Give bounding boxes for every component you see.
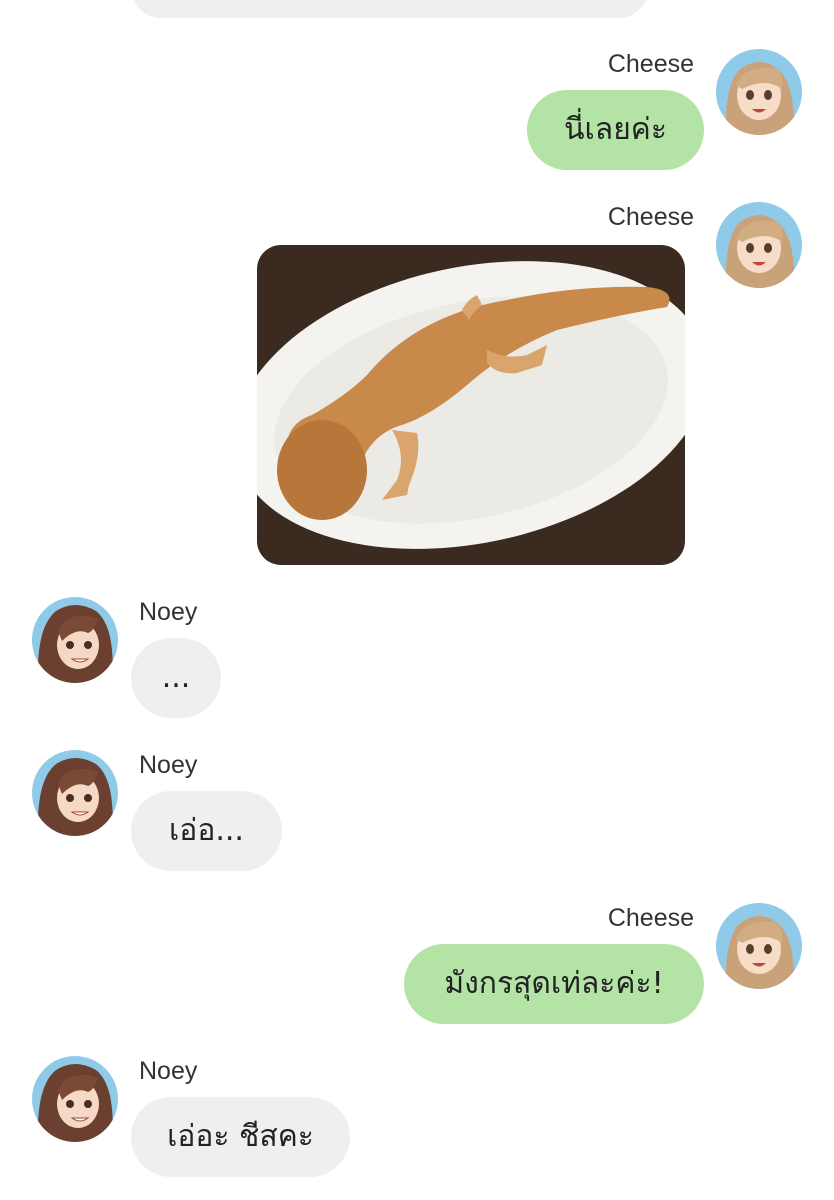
cheese-avatar-icon[interactable] bbox=[716, 49, 802, 135]
noey-avatar-icon[interactable] bbox=[32, 750, 118, 836]
sender-name: Noey bbox=[139, 751, 198, 779]
cheese-avatar-icon[interactable] bbox=[716, 202, 802, 288]
salamander-bread-photo[interactable] bbox=[257, 245, 685, 565]
message-bubble[interactable]: มังกรสุดเท่ละค่ะ! bbox=[404, 944, 704, 1024]
sender-name: Noey bbox=[139, 1057, 198, 1085]
message-bubble[interactable]: ... bbox=[131, 638, 221, 718]
message-bubble[interactable]: นี่เลยค่ะ bbox=[527, 90, 704, 170]
previous-message-bubble[interactable] bbox=[132, 0, 648, 18]
cheese-avatar-icon[interactable] bbox=[716, 903, 802, 989]
message-bubble[interactable]: เอ่อะ ชีสคะ bbox=[131, 1097, 350, 1177]
sender-name: Cheese bbox=[607, 904, 694, 932]
sender-name: Cheese bbox=[607, 50, 694, 78]
noey-avatar-icon[interactable] bbox=[32, 1056, 118, 1142]
message-bubble[interactable]: เอ่อ... bbox=[131, 791, 282, 871]
sender-name: Noey bbox=[139, 598, 198, 626]
sender-name: Cheese bbox=[607, 203, 694, 231]
noey-avatar-icon[interactable] bbox=[32, 597, 118, 683]
